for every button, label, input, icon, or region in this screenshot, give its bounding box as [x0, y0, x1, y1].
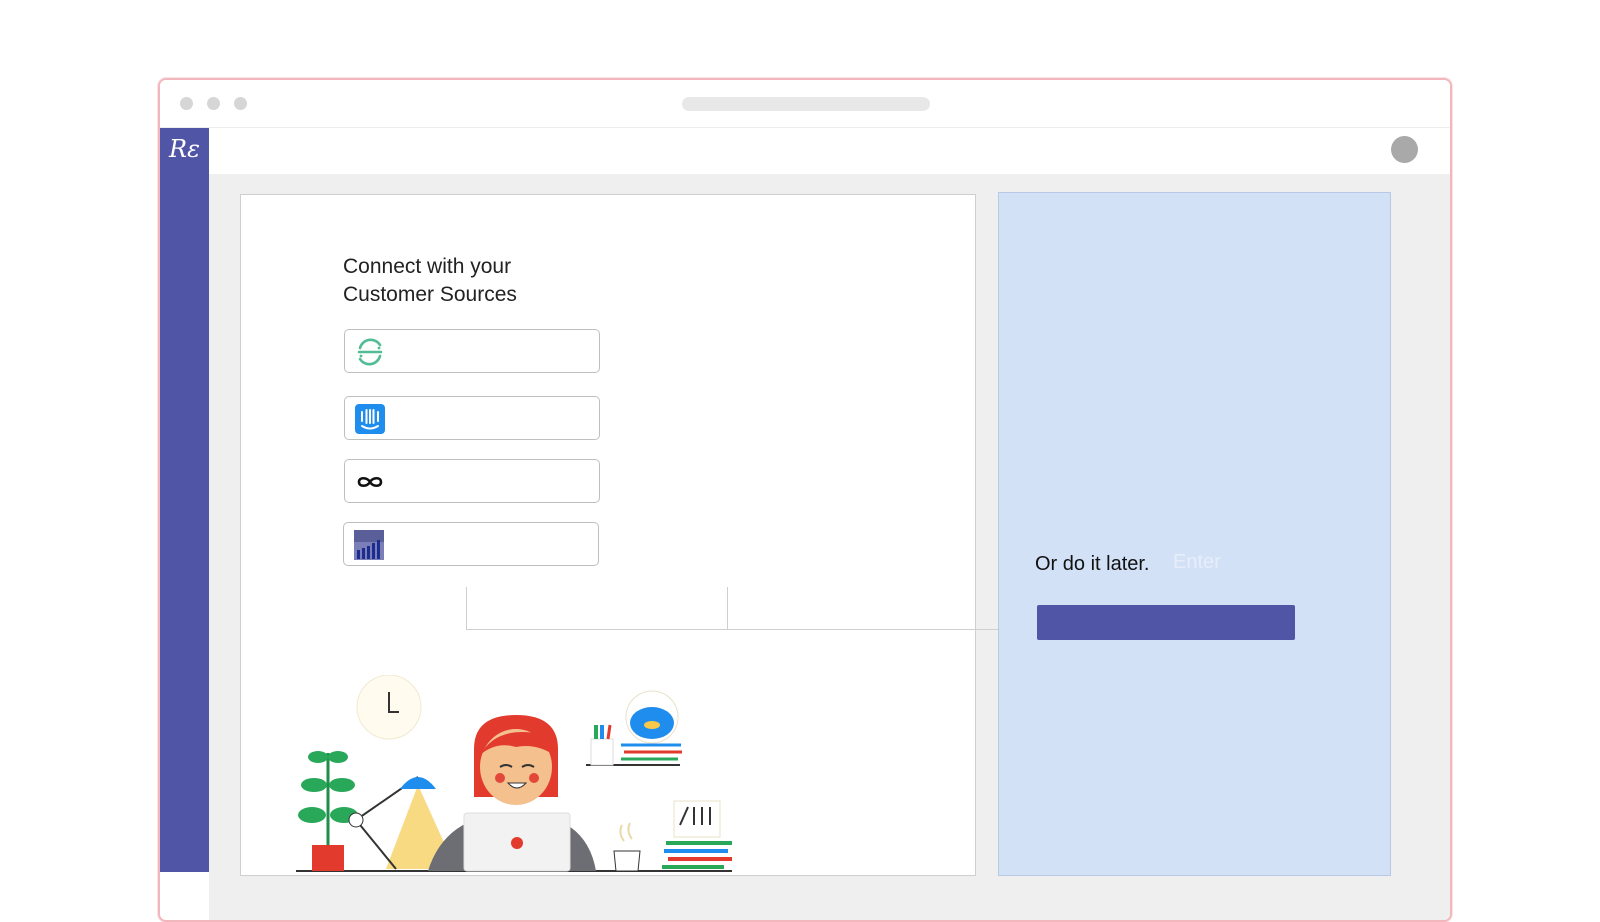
heading-line-1: Connect with your [343, 255, 512, 278]
workspace-illustration [296, 675, 732, 872]
connector-line [466, 587, 467, 630]
continue-button[interactable] [1037, 605, 1295, 640]
bar-chart-icon [354, 530, 384, 560]
window-maximize-dot[interactable] [234, 97, 247, 110]
logo-text: Rε [169, 135, 200, 163]
window-close-dot[interactable] [180, 97, 193, 110]
intercom-icon [355, 404, 385, 434]
main-content: Connect with your Customer Sources Or do… [209, 174, 1450, 920]
sidebar: Rε [160, 128, 209, 872]
heading-line-2: Customer Sources [343, 283, 517, 306]
avatar[interactable] [1391, 136, 1418, 163]
top-bar [209, 128, 1450, 174]
source-button-segment[interactable] [344, 329, 600, 373]
source-button-infinity[interactable] [344, 459, 600, 503]
browser-window: Rε Connect with your Customer Sources Or… [158, 78, 1452, 922]
connector-line [466, 629, 1014, 630]
source-button-analytics[interactable] [343, 522, 599, 566]
infinity-icon [357, 476, 383, 488]
address-bar[interactable] [682, 97, 930, 111]
segment-icon [357, 338, 383, 366]
title-bar [160, 80, 1450, 128]
connector-line [727, 587, 728, 630]
page-title: Connect with your Customer Sources [343, 253, 603, 309]
app-logo[interactable]: Rε [160, 128, 209, 174]
do-it-later-text: Or do it later. [1035, 553, 1150, 575]
connect-card: Connect with your Customer Sources [240, 194, 1014, 876]
source-button-intercom[interactable] [344, 396, 600, 440]
window-minimize-dot[interactable] [207, 97, 220, 110]
enter-hint: Enter [1173, 551, 1221, 573]
skip-panel: Or do it later. Enter [998, 192, 1391, 876]
